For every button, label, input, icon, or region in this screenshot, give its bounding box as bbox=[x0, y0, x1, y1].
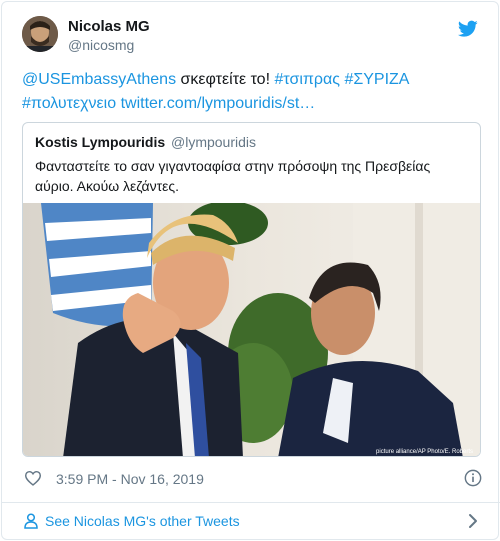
see-more-tweets-link[interactable]: See Nicolas MG's other Tweets bbox=[24, 508, 480, 536]
tweet-timestamp[interactable]: 3:59 PM - Nov 16, 2019 bbox=[56, 471, 204, 487]
quoted-author-handle: @lympouridis bbox=[171, 134, 257, 150]
see-more-tweets-label[interactable]: See Nicolas MG's other Tweets bbox=[45, 513, 240, 529]
avatar[interactable] bbox=[22, 16, 58, 52]
photo-credit: picture alliance/AP Photo/E. Roberts bbox=[376, 449, 473, 455]
quoted-author-name: Kostis Lympouridis bbox=[35, 134, 166, 150]
embedded-tweet-card: Nicolas MG @nicosmg @USEmbassyAthens σκε… bbox=[1, 1, 500, 540]
tweet-header: Nicolas MG @nicosmg bbox=[22, 16, 478, 58]
person-icon bbox=[24, 513, 38, 529]
url-link[interactable]: twitter.com/lympouridis/st… bbox=[121, 95, 316, 112]
mention-link[interactable]: @USEmbassyAthens bbox=[22, 71, 176, 88]
quoted-tweet[interactable]: Kostis Lympouridis @lympouridis Φανταστε… bbox=[22, 122, 481, 457]
chevron-right-icon[interactable] bbox=[468, 513, 478, 529]
quoted-text: Φανταστείτε το σαν γιγαντοαφίσα στην πρό… bbox=[35, 158, 431, 194]
quoted-photo[interactable]: picture alliance/AP Photo/E. Roberts bbox=[23, 201, 480, 456]
tweet-plain-text: σκεφτείτε το! bbox=[176, 71, 275, 88]
divider bbox=[2, 502, 500, 503]
author-name[interactable]: Nicolas MG bbox=[68, 18, 150, 35]
tweet-meta: 3:59 PM - Nov 16, 2019 bbox=[24, 468, 482, 490]
hashtag-link[interactable]: #πολυτεχνειο bbox=[22, 95, 116, 112]
info-icon[interactable] bbox=[464, 469, 482, 487]
hashtag-link[interactable]: #τσιπρας bbox=[274, 71, 340, 88]
heart-icon[interactable] bbox=[24, 470, 42, 486]
author-handle[interactable]: @nicosmg bbox=[68, 37, 134, 53]
twitter-bird-icon[interactable] bbox=[458, 20, 478, 38]
hashtag-link[interactable]: #ΣΥΡΙΖΑ bbox=[344, 71, 409, 88]
tweet-text: @USEmbassyAthens σκεφτείτε το! #τσιπρας … bbox=[22, 68, 482, 116]
